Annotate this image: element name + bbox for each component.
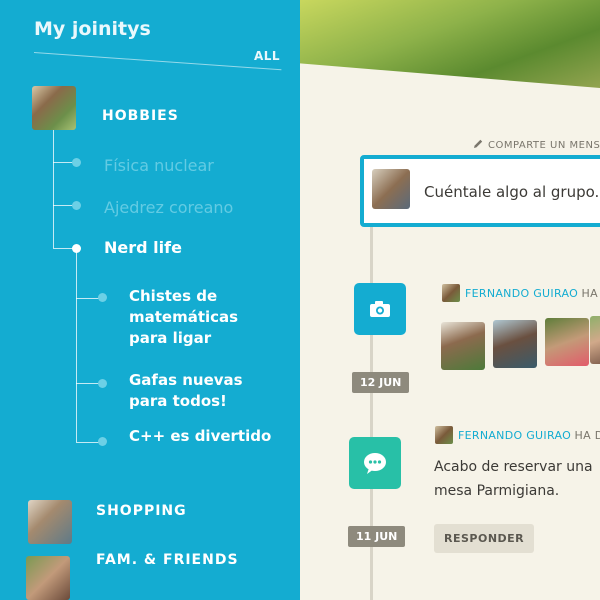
post-body: Acabo de reservar una mesa Parmigiana. xyxy=(434,459,593,499)
all-link[interactable]: ALL xyxy=(254,49,280,63)
avatar xyxy=(442,284,460,302)
category-shopping[interactable]: SHOPPING xyxy=(96,503,187,519)
avatar xyxy=(372,169,410,209)
reply-button[interactable]: RESPONDER xyxy=(434,524,535,553)
post-photo[interactable] xyxy=(493,320,537,368)
date-badge: 12 JUN xyxy=(352,372,410,393)
category-family-friends[interactable]: FAM. & FRIENDS xyxy=(96,552,239,568)
tree-dot xyxy=(98,379,107,388)
category-hobbies[interactable]: HOBBIES xyxy=(102,108,179,124)
post-action: HA DICHO xyxy=(574,429,600,442)
post-header: FERNANDO GUIRAO HA DICHO xyxy=(435,426,600,444)
main-feed: COMPARTE UN MENSAJE Cuéntale algo al gru… xyxy=(300,0,600,600)
tree-dot xyxy=(72,201,81,210)
sidebar-item-gafas[interactable]: Gafas nuevas para todos! xyxy=(129,370,279,412)
compose-link[interactable]: COMPARTE UN MENSAJE xyxy=(472,138,600,151)
hobbies-thumbnail[interactable] xyxy=(32,86,76,130)
compose-placeholder: Cuéntale algo al grupo. xyxy=(424,183,600,201)
sidebar-item-chistes[interactable]: Chistes de matemáticas para ligar xyxy=(129,286,279,349)
tree-line xyxy=(53,130,54,248)
tree-dot xyxy=(72,158,81,167)
post-action: HA SUB xyxy=(581,287,600,300)
family-thumbnail[interactable] xyxy=(26,556,70,600)
tree-line xyxy=(76,250,77,442)
post-photo[interactable] xyxy=(545,318,589,366)
sidebar-item-nerd-life[interactable]: Nerd life xyxy=(104,238,182,257)
avatar xyxy=(435,426,453,444)
post-header: FERNANDO GUIRAO HA SUB xyxy=(442,284,600,302)
date-badge: 11 JUN xyxy=(348,526,406,547)
camera-icon xyxy=(370,301,390,317)
compose-link-label: COMPARTE UN MENSAJE xyxy=(488,140,600,151)
post-author[interactable]: FERNANDO GUIRAO xyxy=(465,287,578,300)
post-author[interactable]: FERNANDO GUIRAO xyxy=(458,429,571,442)
cover-image xyxy=(300,0,600,88)
tree-dot xyxy=(98,293,107,302)
chat-icon xyxy=(364,453,386,474)
pencil-icon xyxy=(474,139,483,148)
post-photo[interactable] xyxy=(590,316,600,364)
message-post-marker xyxy=(349,437,401,489)
compose-box[interactable]: Cuéntale algo al grupo. xyxy=(360,155,600,227)
sidebar-item-fisica-nuclear[interactable]: Física nuclear xyxy=(104,156,214,175)
sidebar-item-cpp[interactable]: C++ es divertido xyxy=(129,426,289,447)
shopping-thumbnail[interactable] xyxy=(28,500,72,544)
photo-post-marker xyxy=(354,283,406,335)
sidebar-divider xyxy=(33,52,282,71)
sidebar: My joinitys ALL HOBBIES Física nuclear A… xyxy=(0,0,300,600)
sidebar-item-ajedrez-coreano[interactable]: Ajedrez coreano xyxy=(104,198,233,217)
tree-dot xyxy=(98,437,107,446)
sidebar-title: My joinitys xyxy=(34,18,151,40)
post-photo[interactable] xyxy=(441,322,485,370)
